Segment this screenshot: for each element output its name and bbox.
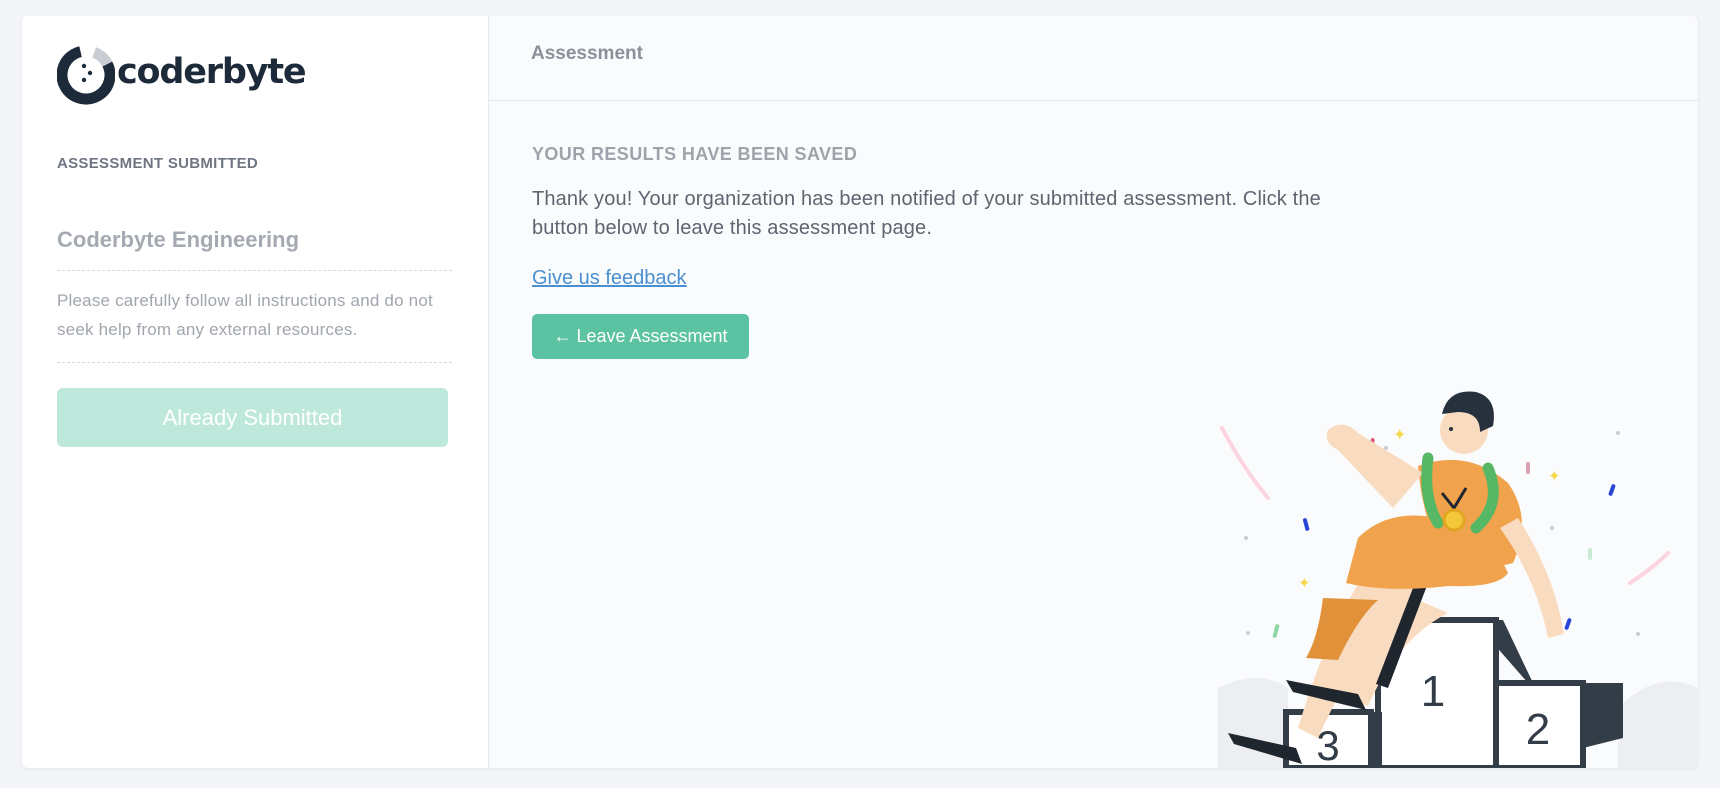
leave-assessment-button[interactable]: ← Leave Assessment	[532, 314, 749, 359]
feedback-link[interactable]: Give us feedback	[532, 267, 687, 290]
svg-text:✦: ✦	[1298, 574, 1311, 592]
results-content: YOUR RESULTS HAVE BEEN SAVED Thank you! …	[489, 101, 1698, 359]
podium-first-place: 1	[1421, 667, 1445, 716]
assessment-instructions: Please carefully follow all instructions…	[57, 271, 452, 363]
brand-name: coderbyte	[117, 52, 307, 92]
winner-podium-illustration: ✦ ✦ ✦ 1 2 3	[1218, 391, 1698, 768]
svg-text:✦: ✦	[1548, 467, 1561, 485]
svg-text:✦: ✦	[1393, 425, 1406, 444]
organization-name: Coderbyte Engineering	[57, 227, 452, 271]
brand-logo: coderbyte	[57, 40, 452, 108]
already-submitted-button: Already Submitted	[57, 388, 448, 447]
results-heading: YOUR RESULTS HAVE BEEN SAVED	[532, 144, 858, 164]
page-title: Assessment	[531, 43, 643, 64]
submission-message: Thank you! Your organization has been no…	[532, 188, 1321, 239]
coderbyte-logo-icon	[57, 45, 115, 105]
assessment-status-label: ASSESSMENT SUBMITTED	[57, 155, 259, 172]
podium-second-place: 2	[1526, 705, 1550, 754]
sidebar: coderbyte ASSESSMENT SUBMITTED Coderbyte…	[22, 16, 489, 768]
assessment-card: coderbyte ASSESSMENT SUBMITTED Coderbyte…	[22, 16, 1698, 768]
main-panel: Assessment YOUR RESULTS HAVE BEEN SAVED …	[489, 16, 1698, 768]
main-header: Assessment	[489, 16, 1698, 101]
